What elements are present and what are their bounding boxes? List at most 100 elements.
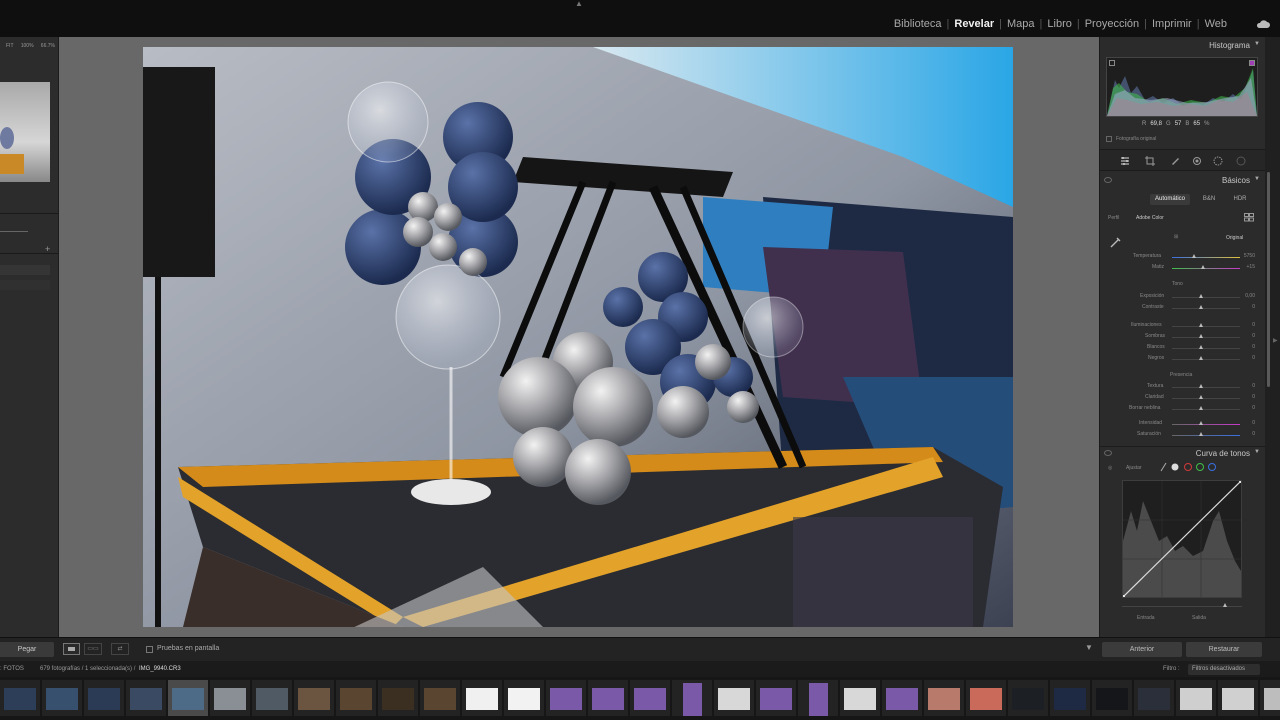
shadows-value[interactable]: 0 bbox=[1235, 333, 1255, 339]
whites-knob[interactable] bbox=[1199, 345, 1203, 349]
whites-slider[interactable] bbox=[1172, 348, 1240, 349]
left-panel-slider[interactable] bbox=[0, 231, 28, 232]
highlights-value[interactable]: 0 bbox=[1235, 322, 1255, 328]
zoom-fit[interactable]: FIT bbox=[6, 43, 14, 49]
profile-select[interactable]: Adobe Color bbox=[1136, 215, 1164, 221]
vibrance-slider[interactable] bbox=[1172, 424, 1240, 425]
filmstrip-thumbnail[interactable] bbox=[798, 680, 838, 716]
collapse-triangle-icon[interactable]: ▼ bbox=[1254, 176, 1260, 182]
saturation-slider[interactable] bbox=[1172, 435, 1240, 436]
clarity-slider[interactable] bbox=[1172, 398, 1240, 399]
whites-value[interactable]: 0 bbox=[1235, 344, 1255, 350]
navigator-preview[interactable] bbox=[0, 82, 50, 182]
filmstrip-thumbnail[interactable] bbox=[882, 680, 922, 716]
collapse-triangle-icon[interactable]: ▼ bbox=[1254, 449, 1260, 455]
filmstrip-thumbnail[interactable] bbox=[1092, 680, 1132, 716]
eye-icon[interactable] bbox=[1104, 450, 1112, 456]
filmstrip-thumbnail[interactable] bbox=[1050, 680, 1090, 716]
tint-knob[interactable] bbox=[1201, 265, 1205, 269]
module-print[interactable]: Imprimir bbox=[1147, 18, 1197, 30]
shadows-knob[interactable] bbox=[1199, 334, 1203, 338]
module-library[interactable]: Biblioteca bbox=[889, 18, 947, 30]
dehaze-knob[interactable] bbox=[1199, 406, 1203, 410]
filmstrip-thumbnail[interactable] bbox=[924, 680, 964, 716]
filmstrip-thumbnail[interactable] bbox=[1134, 680, 1174, 716]
curve-channel-red[interactable] bbox=[1184, 463, 1192, 471]
filmstrip-thumbnail[interactable] bbox=[126, 680, 166, 716]
contrast-slider[interactable] bbox=[1172, 308, 1240, 309]
loupe-view-icon[interactable] bbox=[63, 643, 80, 655]
texture-slider[interactable] bbox=[1172, 387, 1240, 388]
before-after-swap-icon[interactable]: ⇄ bbox=[111, 643, 129, 655]
contrast-knob[interactable] bbox=[1199, 305, 1203, 309]
texture-value[interactable]: 0 bbox=[1235, 383, 1255, 389]
healing-icon[interactable] bbox=[1170, 156, 1180, 166]
wb-select[interactable]: Original bbox=[1226, 235, 1243, 241]
filmstrip-thumbnail[interactable] bbox=[168, 680, 208, 716]
collapse-triangle-icon[interactable]: ▼ bbox=[1254, 41, 1260, 47]
exposure-value[interactable]: 0,00 bbox=[1235, 293, 1255, 299]
filmstrip-thumbnail[interactable] bbox=[420, 680, 460, 716]
list-item[interactable] bbox=[0, 280, 50, 290]
panel-toggle-top-icon[interactable]: ▲ bbox=[574, 0, 584, 8]
filmstrip-thumbnail[interactable] bbox=[546, 680, 586, 716]
tint-value[interactable]: +15 bbox=[1235, 264, 1255, 270]
filmstrip-thumbnail[interactable] bbox=[588, 680, 628, 716]
masking-icon[interactable] bbox=[1192, 156, 1202, 166]
wb-grid-icon[interactable]: ⊞ bbox=[1174, 234, 1178, 240]
filmstrip-thumbnail[interactable] bbox=[672, 680, 712, 716]
blacks-slider[interactable] bbox=[1172, 359, 1240, 360]
exposure-knob[interactable] bbox=[1199, 294, 1203, 298]
highlights-knob[interactable] bbox=[1199, 323, 1203, 327]
filmstrip-thumbnail[interactable] bbox=[1008, 680, 1048, 716]
filmstrip-thumbnail[interactable] bbox=[630, 680, 670, 716]
module-web[interactable]: Web bbox=[1200, 18, 1232, 30]
panel-toggle-right-icon[interactable]: ▶ bbox=[1273, 337, 1278, 344]
tone-curve-graph[interactable] bbox=[1121, 479, 1243, 599]
filmstrip-thumbnail[interactable] bbox=[1218, 680, 1258, 716]
temperature-value[interactable]: 5750 bbox=[1235, 253, 1255, 259]
clarity-knob[interactable] bbox=[1199, 395, 1203, 399]
toolbar-options-icon[interactable]: ▼ bbox=[1085, 643, 1093, 652]
filter-select[interactable]: Filtros desactivados bbox=[1188, 664, 1260, 675]
temperature-slider[interactable] bbox=[1172, 257, 1240, 258]
histogram-graph[interactable] bbox=[1106, 57, 1258, 117]
filmstrip-thumbnail[interactable] bbox=[336, 680, 376, 716]
before-after-view-icon[interactable]: ▭▭ bbox=[84, 643, 102, 655]
current-filename[interactable]: IMG_9940.CR3 bbox=[139, 666, 181, 672]
original-photo-checkbox[interactable] bbox=[1106, 136, 1112, 142]
zoom-custom[interactable]: 66.7% bbox=[41, 43, 55, 49]
cloud-icon[interactable] bbox=[1256, 19, 1270, 29]
tint-slider[interactable] bbox=[1172, 268, 1240, 269]
filmstrip-thumbnail[interactable] bbox=[84, 680, 124, 716]
module-map[interactable]: Mapa bbox=[1002, 18, 1040, 30]
list-item[interactable] bbox=[0, 265, 50, 275]
filmstrip-thumbnail[interactable] bbox=[42, 680, 82, 716]
treatment-bw-button[interactable]: B&N bbox=[1197, 194, 1221, 205]
source-label[interactable]: : FOTOS bbox=[0, 666, 24, 672]
filmstrip-thumbnail[interactable] bbox=[714, 680, 754, 716]
zoom-100[interactable]: 100% bbox=[21, 43, 34, 49]
photo-preview[interactable] bbox=[143, 47, 1013, 627]
edit-sliders-icon[interactable] bbox=[1120, 156, 1130, 166]
basic-header[interactable]: Básicos ▼ bbox=[1100, 174, 1266, 188]
dehaze-slider[interactable] bbox=[1172, 409, 1240, 410]
eye-icon[interactable] bbox=[1104, 177, 1112, 183]
texture-knob[interactable] bbox=[1199, 384, 1203, 388]
curve-target-icon[interactable]: ◎ bbox=[1108, 465, 1112, 471]
curve-region-knob[interactable] bbox=[1223, 603, 1227, 607]
blacks-value[interactable]: 0 bbox=[1235, 355, 1255, 361]
filmstrip-thumbnail[interactable] bbox=[252, 680, 292, 716]
softproof-checkbox[interactable] bbox=[146, 646, 153, 653]
presets-icon[interactable] bbox=[1236, 156, 1246, 166]
tone-curve-header[interactable]: Curva de tonos ▼ bbox=[1100, 446, 1266, 460]
shadows-slider[interactable] bbox=[1172, 337, 1240, 338]
temperature-knob[interactable] bbox=[1192, 254, 1196, 258]
blacks-knob[interactable] bbox=[1199, 356, 1203, 360]
right-panel-scrollbar[interactable]: ▶ bbox=[1265, 37, 1280, 637]
filmstrip-thumbnail[interactable] bbox=[462, 680, 502, 716]
previous-button[interactable]: Anterior bbox=[1102, 642, 1182, 657]
filmstrip-thumbnail[interactable] bbox=[210, 680, 250, 716]
crop-icon[interactable] bbox=[1145, 156, 1155, 166]
filmstrip-thumbnail[interactable] bbox=[294, 680, 334, 716]
